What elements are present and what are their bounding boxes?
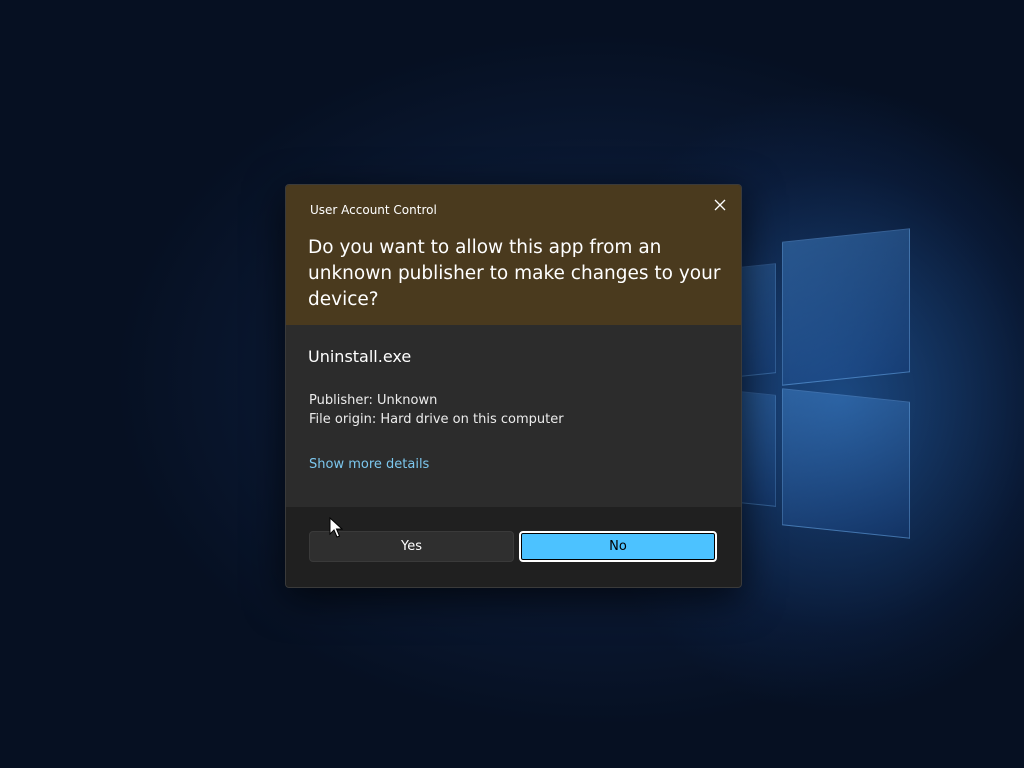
desktop-background: User Account Control Do you want to allo…: [0, 0, 1024, 768]
dialog-header: User Account Control Do you want to allo…: [286, 185, 741, 325]
publisher-text: Publisher: Unknown: [309, 393, 438, 408]
dialog-body: Uninstall.exe Publisher: Unknown File or…: [286, 325, 741, 507]
dialog-title: User Account Control: [310, 203, 437, 217]
logo-pane: [782, 228, 910, 386]
logo-pane: [740, 263, 776, 377]
windows-logo: [740, 225, 915, 539]
dialog-question: Do you want to allow this app from an un…: [308, 237, 721, 310]
uac-dialog: User Account Control Do you want to allo…: [285, 184, 742, 588]
close-button[interactable]: [705, 191, 735, 219]
dialog-footer: Yes No: [286, 507, 741, 587]
logo-pane: [740, 391, 776, 507]
app-name: Uninstall.exe: [308, 347, 412, 366]
close-icon: [714, 199, 726, 211]
no-button[interactable]: No: [519, 531, 717, 562]
show-more-details-link[interactable]: Show more details: [309, 457, 429, 472]
logo-pane: [782, 388, 910, 539]
file-origin-text: File origin: Hard drive on this computer: [309, 412, 564, 427]
mouse-pointer-icon: [329, 516, 344, 543]
app-metadata: Publisher: Unknown File origin: Hard dri…: [309, 391, 564, 429]
